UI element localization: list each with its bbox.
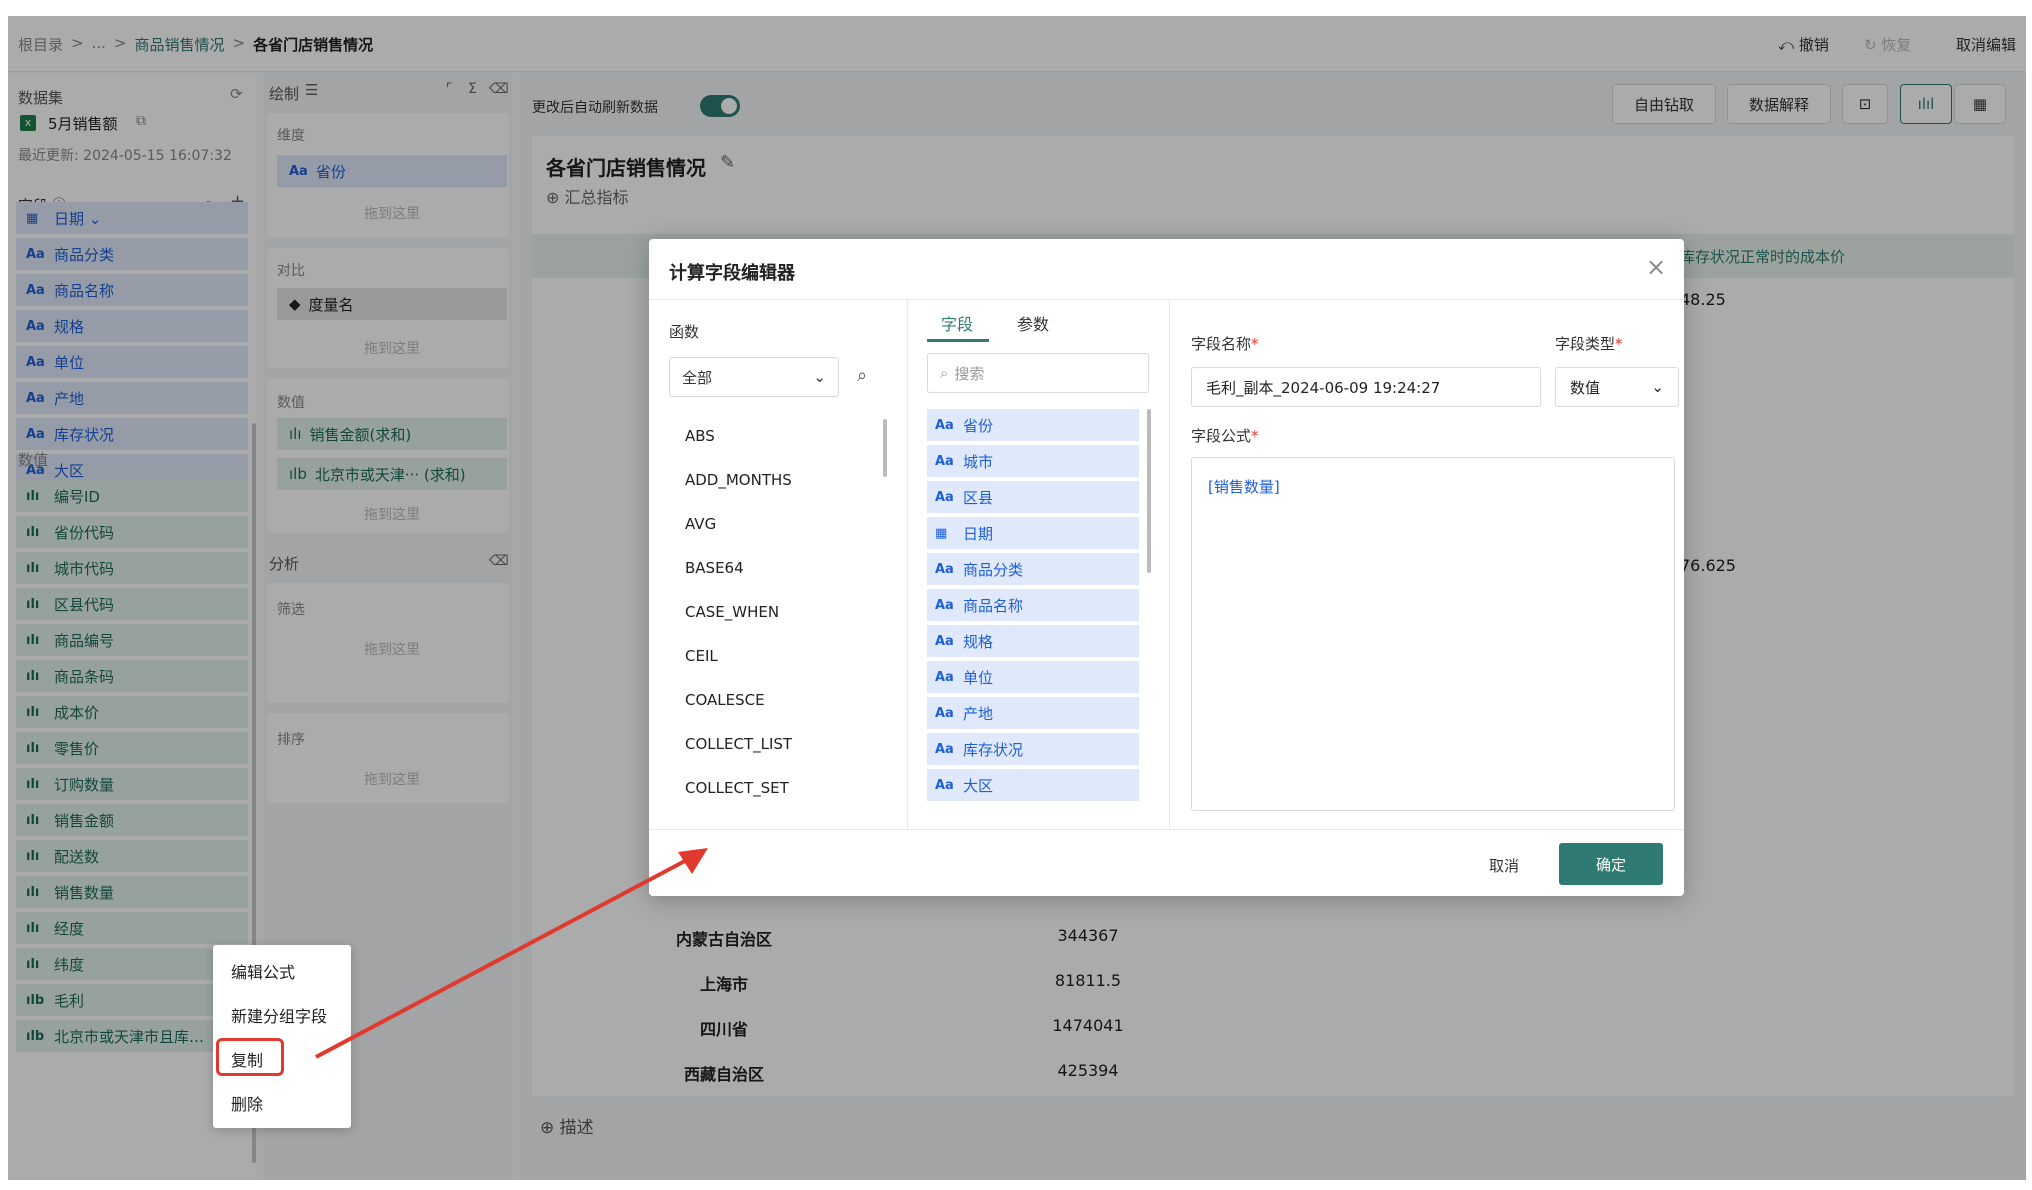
annotation-arrow — [315, 848, 708, 1059]
bi-editor-window: 根目录 > ... > 商品销售情况 > 各省门店销售情况 ⤺ 撤销 ↻ 恢复 … — [8, 16, 2026, 1180]
